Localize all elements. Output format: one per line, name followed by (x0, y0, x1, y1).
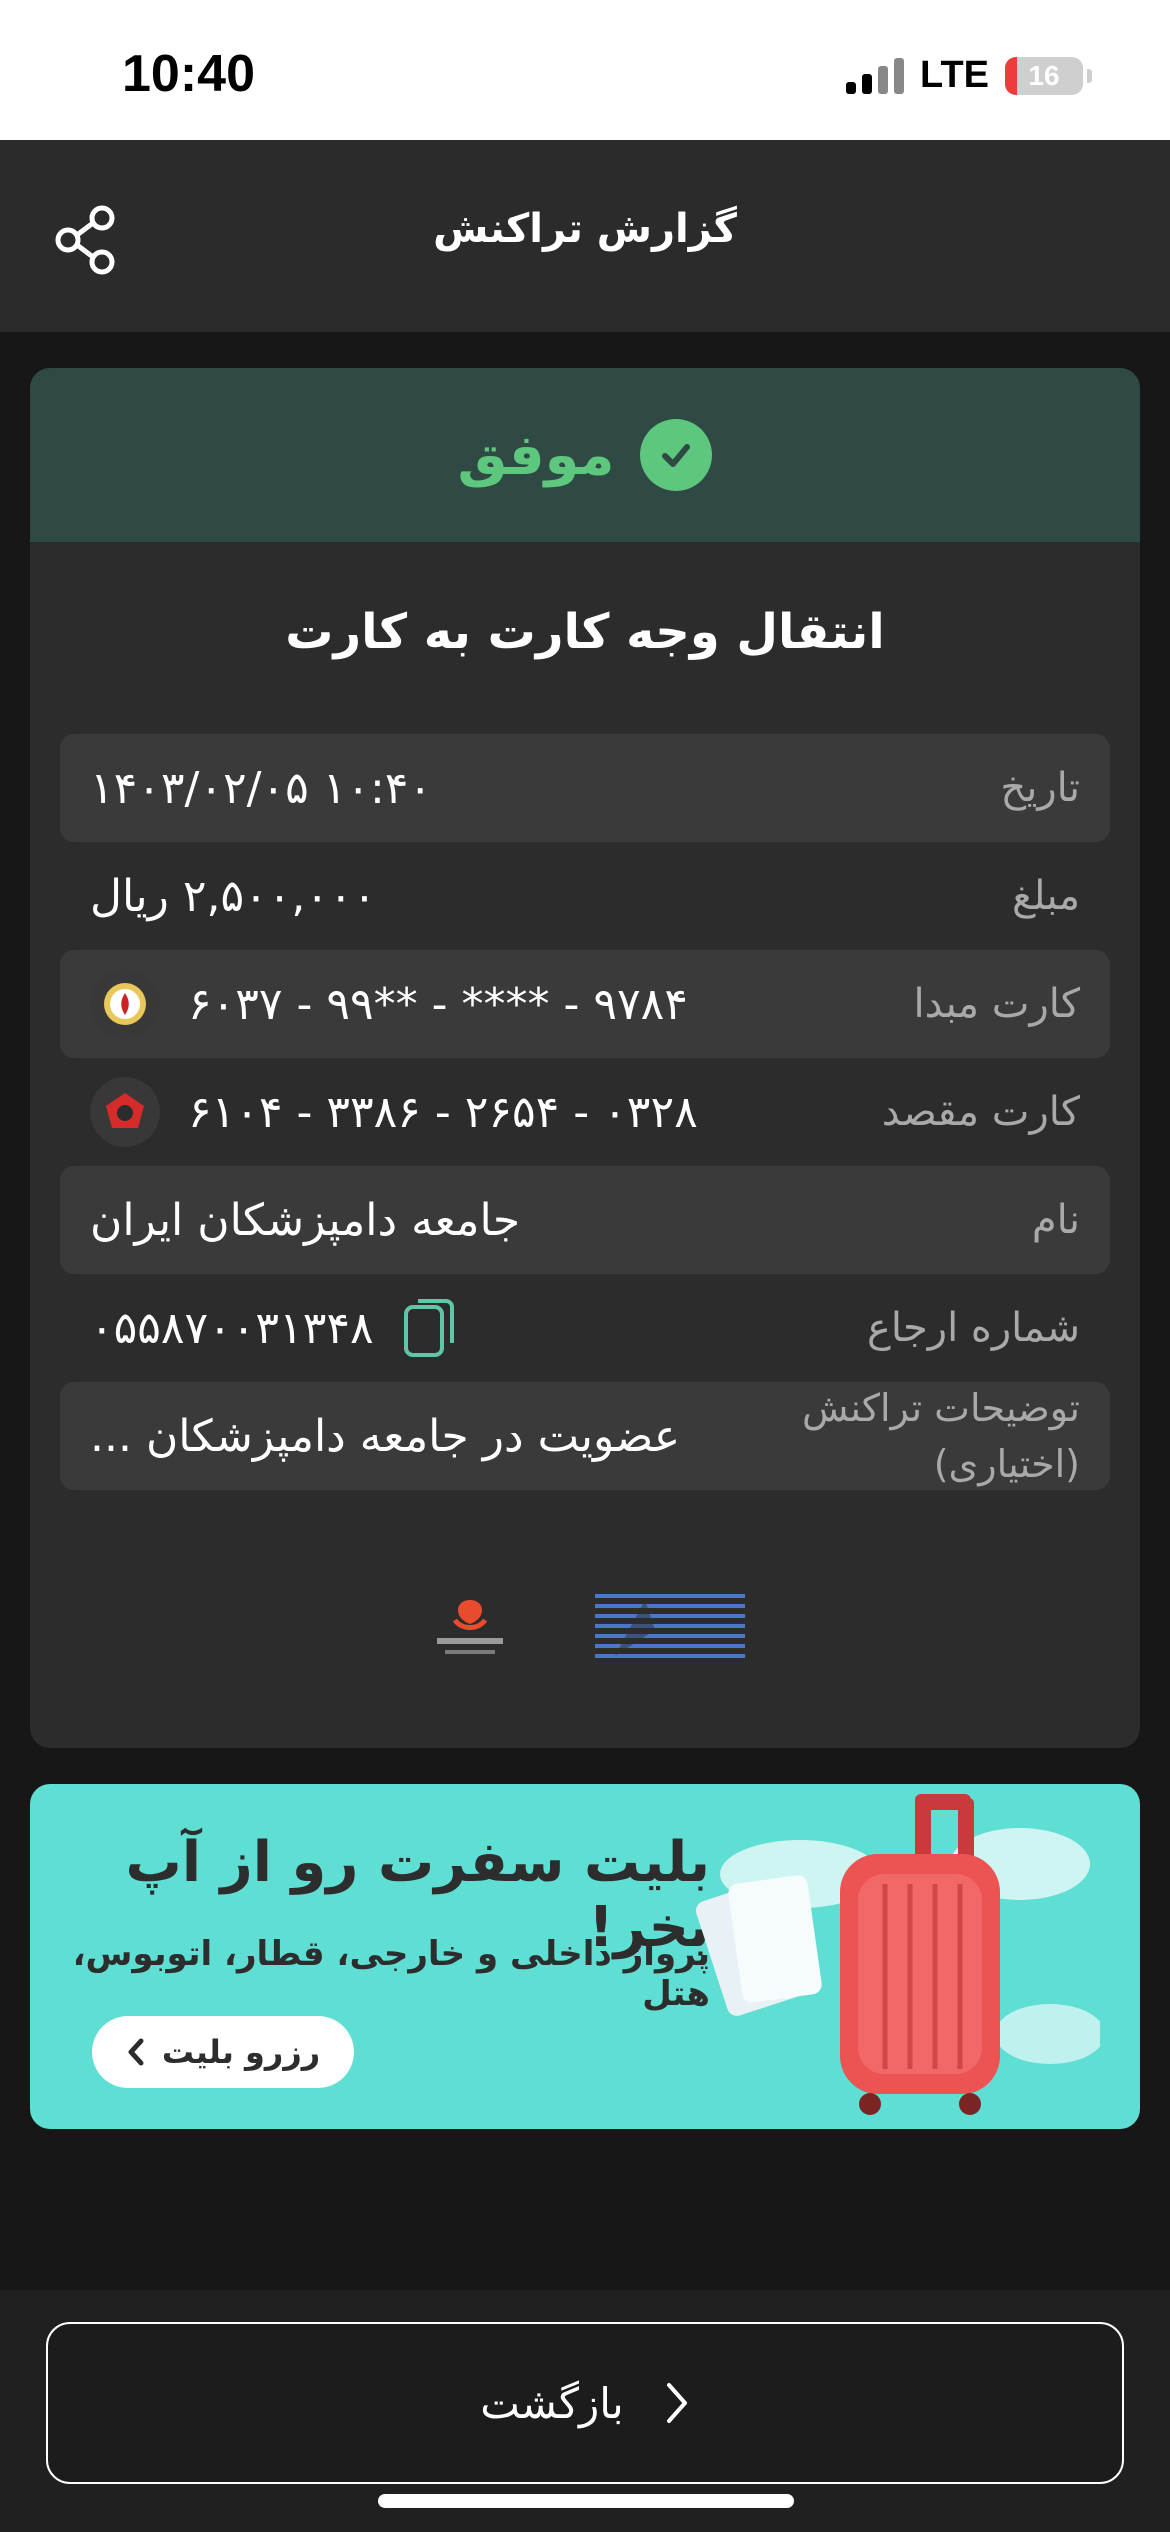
book-ticket-button[interactable]: رزرو بلیت (92, 2016, 354, 2088)
shaparak-logo-icon (595, 1594, 745, 1658)
amount-value: ۲,۵۰۰,۰۰۰ ریال (90, 870, 377, 922)
bank-mellat-logo-icon (90, 1077, 160, 1147)
back-button-label: بازگشت (480, 2378, 624, 2428)
network-type: LTE (920, 54, 989, 96)
detail-row-date: تاریخ ۱۴۰۳/۰۲/۰۵ ۱۰:۴۰ (60, 734, 1110, 842)
detail-row-reference: شماره ارجاع ۰۵۵۸۷۰۰۳۱۳۴۸ (60, 1274, 1110, 1382)
reference-label: شماره ارجاع (866, 1305, 1080, 1351)
copy-icon[interactable] (402, 1297, 456, 1359)
source-card-value-wrap: ۹۷۸۴ - **** - **۹۹ - ۶۰۳۷ (90, 969, 688, 1039)
status-indicators: LTE 16 (846, 54, 1092, 97)
back-button[interactable]: بازگشت (46, 2322, 1124, 2484)
transaction-title: انتقال وجه کارت به کارت (285, 604, 885, 660)
share-button[interactable] (46, 200, 126, 280)
signal-icon (846, 57, 905, 94)
status-banner: موفق (30, 368, 1140, 542)
reference-value-wrap: ۰۵۵۸۷۰۰۳۱۳۴۸ (90, 1297, 456, 1359)
source-card-label: کارت مبدا (913, 981, 1080, 1027)
reference-number: ۰۵۵۸۷۰۰۳۱۳۴۸ (90, 1302, 374, 1354)
battery-level: 16 (1028, 59, 1060, 91)
description-label: توضیحات تراکنش (اختیاری) (801, 1386, 1080, 1486)
status-time: 10:40 (122, 45, 255, 103)
chevron-right-icon (666, 2383, 687, 2423)
destination-card-value-wrap: ۰۳۲۸ - ۲۶۵۴ - ۳۳۸۶ - ۶۱۰۴ (90, 1077, 698, 1147)
detail-row-destination-card: کارت مقصد ۰۳۲۸ - ۲۶۵۴ - ۳۳۸۶ - ۶۱۰۴ (60, 1058, 1110, 1166)
check-icon (640, 419, 713, 491)
date-label: تاریخ (1000, 765, 1080, 811)
amount-label: مبلغ (1011, 873, 1080, 919)
app-header: گزارش تراکنش (0, 140, 1170, 332)
description-value: عضویت در جامعه دامپزشکان ... (90, 1410, 681, 1462)
book-ticket-label: رزرو بلیت (161, 2033, 321, 2071)
details-list: تاریخ ۱۴۰۳/۰۲/۰۵ ۱۰:۴۰ مبلغ ۲,۵۰۰,۰۰۰ ری… (60, 734, 1110, 1490)
detail-row-description: توضیحات تراکنش (اختیاری) عضویت در جامعه … (60, 1382, 1110, 1490)
destination-card-number: ۰۳۲۸ - ۲۶۵۴ - ۳۳۸۶ - ۶۱۰۴ (188, 1086, 698, 1138)
share-icon (55, 205, 115, 275)
partner-logos (30, 1590, 1140, 1662)
date-value: ۱۴۰۳/۰۲/۰۵ ۱۰:۴۰ (90, 762, 433, 814)
name-value: جامعه دامپزشکان ایران (90, 1194, 521, 1246)
page-title: گزارش تراکنش (433, 206, 737, 252)
detail-row-amount: مبلغ ۲,۵۰۰,۰۰۰ ریال (60, 842, 1110, 950)
status-text: موفق (457, 422, 615, 488)
bank-melli-logo-icon (90, 969, 160, 1039)
battery-icon: 16 (1005, 56, 1083, 95)
asan-pardakht-logo-icon (437, 1600, 503, 1654)
detail-row-name: نام جامعه دامپزشکان ایران (60, 1166, 1110, 1274)
destination-card-label: کارت مقصد (881, 1089, 1080, 1135)
banner-subtitle: پرواز داخلی و خارجی، قطار، اتوبوس، هتل (72, 1934, 710, 2014)
source-card-number: ۹۷۸۴ - **** - **۹۹ - ۶۰۳۷ (188, 978, 688, 1030)
chevron-left-icon (128, 2038, 144, 2066)
home-indicator[interactable] (378, 2494, 794, 2508)
detail-row-source-card: کارت مبدا ۹۷۸۴ - **** - **۹۹ - ۶۰۳۷ (60, 950, 1110, 1058)
receipt-card: موفق انتقال وجه کارت به کارت تاریخ ۱۴۰۳/… (30, 368, 1140, 1748)
status-bar: 10:40 LTE 16 (0, 0, 1170, 140)
name-label: نام (1031, 1197, 1080, 1243)
suitcase-illustration-icon (696, 1794, 1100, 2115)
promo-banner[interactable]: بلیت سفرت رو از آپ بخر! پرواز داخلی و خا… (30, 1784, 1140, 2129)
